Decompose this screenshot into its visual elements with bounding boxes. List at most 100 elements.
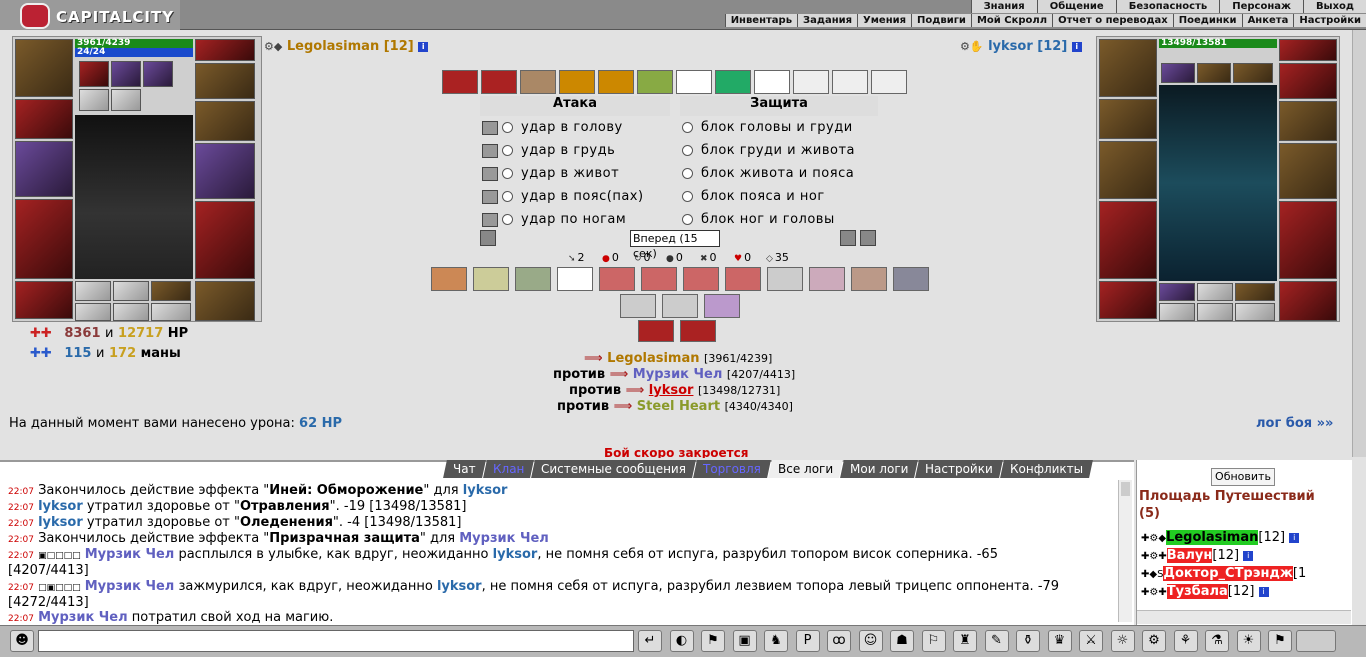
skill-tile[interactable] xyxy=(520,70,556,94)
tab-my-logs[interactable]: Мои логи xyxy=(840,460,919,478)
info-icon[interactable]: i xyxy=(1258,586,1269,597)
log-player[interactable]: lyksor xyxy=(437,579,482,594)
toolbar-icon[interactable]: ⚗ xyxy=(1205,630,1229,652)
skill-tile[interactable] xyxy=(704,294,740,318)
skill-tile[interactable] xyxy=(599,267,635,291)
attack-radio[interactable] xyxy=(502,214,513,225)
enemy-pocket-3[interactable] xyxy=(1235,303,1275,321)
ring-slot-3[interactable] xyxy=(151,281,191,301)
skill-tile[interactable] xyxy=(832,70,868,94)
armor-slot[interactable] xyxy=(15,199,73,279)
skill-tile[interactable] xyxy=(725,267,761,291)
log-scrollbar[interactable] xyxy=(1118,480,1132,622)
attack-radio[interactable] xyxy=(502,191,513,202)
skill-tile[interactable] xyxy=(871,70,907,94)
skill-tile[interactable] xyxy=(598,70,634,94)
buff-slot-5[interactable] xyxy=(111,89,141,111)
attack-radio[interactable] xyxy=(502,168,513,179)
puzzle-icon[interactable] xyxy=(1296,630,1336,652)
battle-log-link[interactable]: лог боя »» xyxy=(1256,416,1333,431)
menu-social[interactable]: Общение xyxy=(1036,0,1116,13)
buff-slot-3[interactable] xyxy=(143,61,173,87)
enemy-legs-slot[interactable] xyxy=(1279,201,1337,279)
auto-attack-icon[interactable] xyxy=(840,230,856,246)
attack-option[interactable]: удар по ногам xyxy=(482,212,626,227)
toolbar-icon[interactable]: ☼ xyxy=(1110,630,1135,652)
enemy-amulet-slot[interactable] xyxy=(1099,99,1157,139)
enemy-offhand-slot[interactable] xyxy=(1279,143,1337,199)
page-scrollbar[interactable] xyxy=(1352,30,1366,457)
submenu-my-scroll[interactable]: Мой Скролл xyxy=(970,14,1053,27)
buff-slot-2[interactable] xyxy=(111,61,141,87)
skill-tile[interactable] xyxy=(680,320,716,342)
legs-slot[interactable] xyxy=(195,201,255,279)
skill-tile[interactable] xyxy=(637,70,673,94)
toolbar-icon[interactable]: ⚙ xyxy=(1142,630,1166,652)
boots-slot[interactable] xyxy=(195,281,255,321)
tab-settings[interactable]: Настройки xyxy=(915,460,1004,478)
skill-tile[interactable] xyxy=(473,267,509,291)
enemy-buff-1[interactable] xyxy=(1161,63,1195,83)
enemy-boots-slot[interactable] xyxy=(1279,281,1337,321)
ring-slot-1[interactable] xyxy=(75,281,111,301)
enemy-name[interactable]: lyksor xyxy=(988,39,1033,54)
toolbar-icon[interactable]: ▣ xyxy=(732,630,757,652)
enemy-helmet-slot[interactable] xyxy=(1099,39,1157,97)
submenu-settings[interactable]: Настройки xyxy=(1293,14,1366,27)
menu-knowledge[interactable]: Знания xyxy=(970,0,1037,13)
user-row[interactable]: ✚⚙✚Тузбала[12] i xyxy=(1141,584,1269,599)
necklace-slot[interactable] xyxy=(195,63,255,99)
skill-tile[interactable] xyxy=(893,267,929,291)
enemy-ring-3[interactable] xyxy=(1235,283,1275,301)
skill-tile[interactable] xyxy=(442,70,478,94)
enemy-nick[interactable]: ⚙✋ lyksor [12] i xyxy=(960,39,1082,54)
pocket-slot-2[interactable] xyxy=(113,303,149,321)
toolbar-icon[interactable]: ⚑ xyxy=(1268,630,1292,652)
block-option[interactable]: блок пояса и ног xyxy=(682,189,825,204)
block-radio[interactable] xyxy=(682,168,693,179)
log-player[interactable]: Мурзик Чел xyxy=(459,531,549,546)
user-row[interactable]: ✚◆SДоктор_СТрэндж[1 xyxy=(1141,566,1337,581)
attack-option[interactable]: удар в живот xyxy=(482,166,619,181)
submenu-inventory[interactable]: Инвентарь xyxy=(724,14,798,27)
chat-input[interactable] xyxy=(38,630,634,652)
earring-slot[interactable] xyxy=(195,39,255,61)
versus-me-name[interactable]: Legolasiman xyxy=(607,351,699,366)
user-name[interactable]: Тузбала xyxy=(1166,584,1228,599)
block-radio[interactable] xyxy=(682,214,693,225)
submenu-skills[interactable]: Умения xyxy=(857,14,912,27)
users-h-scrollbar[interactable] xyxy=(1137,610,1351,624)
versus-op1-name[interactable]: Мурзик Чел xyxy=(633,367,723,382)
smiley-menu-icon[interactable]: ☻ xyxy=(10,630,34,652)
toolbar-icon[interactable]: ⚑ xyxy=(701,630,725,652)
toolbar-icon[interactable]: ⚐ xyxy=(921,630,946,652)
belt-slot[interactable] xyxy=(15,281,73,319)
skill-tile[interactable] xyxy=(809,267,845,291)
enemy-buff-3[interactable] xyxy=(1233,63,1273,83)
block-option[interactable]: блок ног и головы xyxy=(682,212,835,227)
block-radio[interactable] xyxy=(682,145,693,156)
game-logo[interactable]: CAPITALCITY xyxy=(0,0,180,30)
buff-slot-1[interactable] xyxy=(79,61,109,87)
user-row[interactable]: ✚⚙◆Legolasiman[12] i xyxy=(1141,530,1300,545)
skill-tile[interactable] xyxy=(767,267,803,291)
offhand-slot[interactable] xyxy=(195,143,255,199)
skill-tile[interactable] xyxy=(683,267,719,291)
attack-option[interactable]: удар в голову xyxy=(482,120,623,135)
ring-slot-2[interactable] xyxy=(113,281,149,301)
attack-option[interactable]: удар в грудь xyxy=(482,143,615,158)
enemy-ring-1[interactable] xyxy=(1159,283,1195,301)
refresh-icon[interactable] xyxy=(860,230,876,246)
enemy-necklace-slot[interactable] xyxy=(1279,63,1337,99)
buff-slot-4[interactable] xyxy=(79,89,109,111)
skill-tile[interactable] xyxy=(559,70,595,94)
enemy-pocket-2[interactable] xyxy=(1197,303,1233,321)
toolbar-icon[interactable]: ⚘ xyxy=(1173,630,1198,652)
info-icon[interactable]: i xyxy=(418,41,429,52)
enemy-info-icon[interactable]: i xyxy=(1071,41,1082,52)
tab-all-logs[interactable]: Все логи xyxy=(767,460,843,478)
amulet-slot[interactable] xyxy=(15,99,73,139)
log-player[interactable]: lyksor xyxy=(38,499,83,514)
user-name[interactable]: Legolasiman xyxy=(1166,530,1259,545)
toolbar-icon[interactable]: ✎ xyxy=(984,630,1009,652)
